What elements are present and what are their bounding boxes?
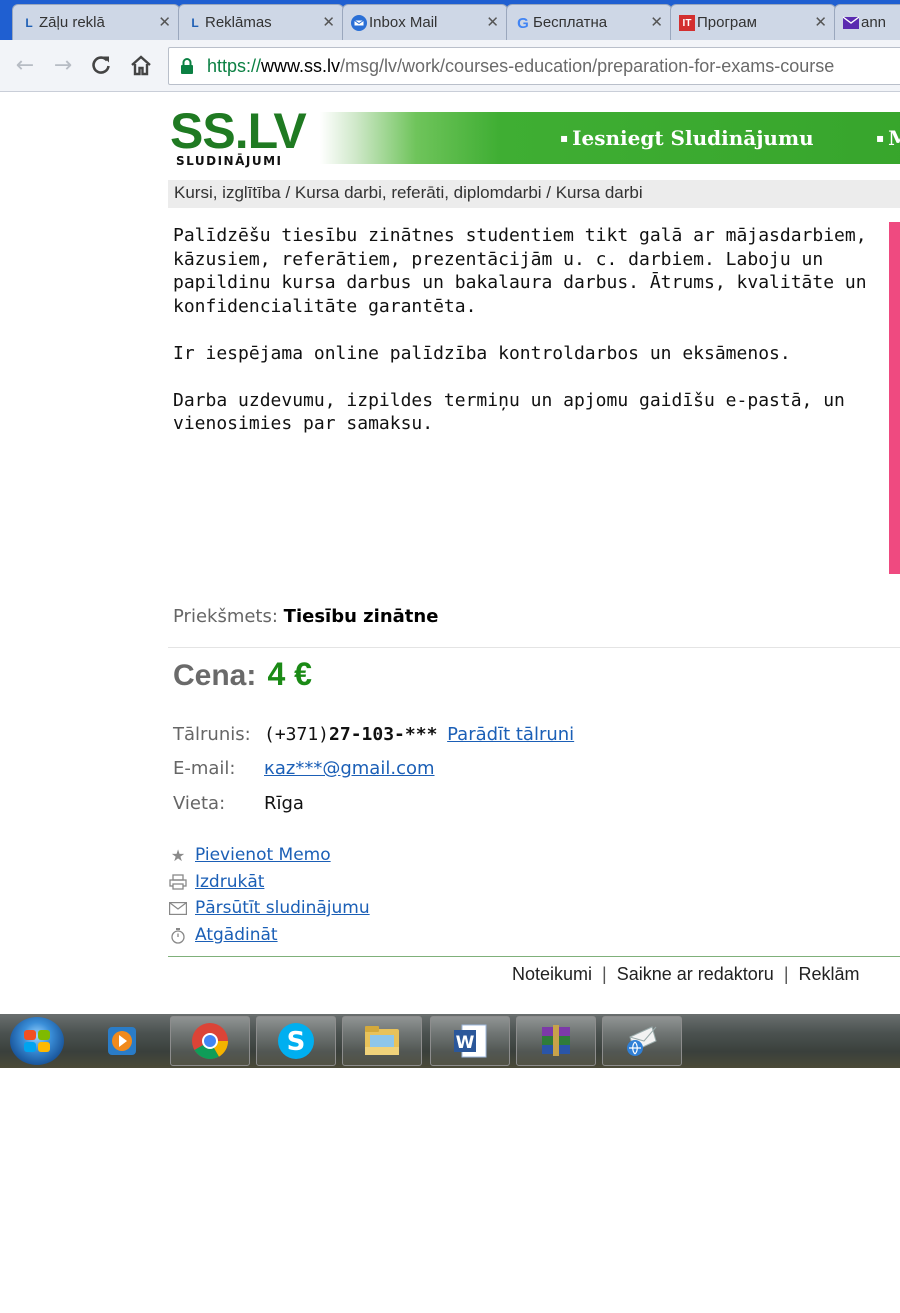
svg-text:S: S (287, 1027, 306, 1057)
price-row: Cena: 4 € (173, 656, 312, 693)
divider (168, 647, 900, 648)
price-value: 4 € (267, 656, 312, 692)
email-row: E-mail: кaz***@gmail.com (173, 758, 435, 779)
nav-submit-ad[interactable]: ▪ Iesniegt Sludinājumu (560, 126, 814, 150)
browser-tab[interactable]: L Reklāmas ✕ (178, 4, 344, 40)
top-nav-bar: ▪ Iesniegt Sludinājumu ▪ M (320, 112, 900, 164)
remind-link[interactable]: Atgādināt (195, 925, 278, 945)
file-explorer-icon[interactable] (342, 1016, 422, 1066)
add-memo-link[interactable]: Pievienot Memo (195, 845, 331, 865)
footer-rules-link[interactable]: Noteikumi (512, 964, 592, 984)
home-icon[interactable] (128, 52, 154, 78)
reload-icon[interactable] (88, 52, 114, 78)
mail-client-icon[interactable] (602, 1016, 682, 1066)
stopwatch-icon (168, 925, 188, 945)
tab-title: Zāļu reklā (39, 14, 105, 31)
back-icon[interactable]: ← (12, 52, 38, 78)
forward-ad-link[interactable]: Pārsūtīt sludinājumu (195, 898, 370, 918)
location-row: Vieta: Rīga (173, 793, 304, 814)
location-label: Vieta: (173, 793, 226, 814)
subject-value: Tiesību zinātne (283, 606, 439, 627)
location-value: Rīga (264, 793, 304, 814)
google-icon: G (517, 14, 529, 32)
forward-icon[interactable]: → (50, 52, 76, 78)
address-bar[interactable]: https://www.ss.lv/msg/lv/work/courses-ed… (168, 47, 900, 85)
tab-title: ann (861, 14, 887, 31)
media-player-icon[interactable] (92, 1016, 152, 1066)
browser-tab[interactable]: G Бесплатна ✕ (506, 4, 672, 40)
email-label: E-mail: (173, 758, 236, 779)
print-link[interactable]: Izdrukāt (195, 872, 264, 892)
browser-tab-strip: L Zāļu reklā ✕ L Reklāmas ✕ Inbox Mail ✕… (0, 0, 900, 40)
nav-item[interactable]: ▪ M (876, 126, 900, 150)
phone-row: Tālrunis: (+371)27-103-*** Parādīt tālrun… (173, 724, 574, 745)
phone-label: Tālrunis: (173, 724, 251, 745)
ad-paragraph: Palīdzēšu tiesību zinātnes studentiem ti… (173, 225, 867, 317)
envelope-icon (168, 898, 188, 918)
footer-ads-link[interactable]: Reklām (799, 964, 860, 984)
chrome-icon[interactable] (170, 1016, 250, 1066)
close-icon[interactable]: ✕ (814, 13, 827, 31)
url-text: https://www.ss.lv/msg/lv/work/courses-ed… (207, 55, 835, 76)
star-icon: ★ (170, 845, 186, 865)
lock-icon (181, 58, 193, 74)
forward-ad-action[interactable]: Pārsūtīt sludinājumu (168, 897, 370, 919)
footer-divider (168, 956, 900, 957)
site-logo[interactable]: SS.LV SLUDINĀJUMI (170, 103, 320, 168)
subject-label: Priekšmets: (173, 606, 278, 627)
tab-title: Inbox Mail (369, 14, 438, 31)
ss-l-icon: L (25, 16, 33, 30)
close-icon[interactable]: ✕ (486, 13, 499, 31)
logo-text: SS.LV (170, 103, 307, 159)
show-phone-link[interactable]: Parādīt tālruni (447, 724, 574, 745)
phone-number: 27-103-*** (329, 724, 438, 745)
taskbar: S W (0, 1014, 900, 1068)
ad-paragraph: Darba uzdevumu, izpildes termiņu un apjo… (173, 389, 845, 435)
tab-title: Бесплатна (533, 14, 608, 31)
close-icon[interactable]: ✕ (322, 13, 335, 31)
printer-icon (168, 872, 188, 892)
side-banner[interactable] (889, 222, 900, 574)
footer-contact-link[interactable]: Saikne ar redaktoru (617, 964, 774, 984)
winrar-icon[interactable] (516, 1016, 596, 1066)
web-page: SS.LV SLUDINĀJUMI ▪ Iesniegt Sludinājumu … (0, 92, 900, 1014)
print-action[interactable]: Izdrukāt (168, 871, 264, 893)
close-icon[interactable]: ✕ (158, 13, 171, 31)
browser-tab[interactable]: Inbox Mail ✕ (342, 4, 508, 40)
add-memo-action[interactable]: ★ Pievienot Memo (168, 844, 331, 866)
footer-links: Noteikumi | Saikne ar redaktoru | Reklām (512, 964, 860, 984)
browser-tab[interactable]: ann (834, 4, 900, 40)
browser-tab[interactable]: L Zāļu reklā ✕ (12, 4, 180, 40)
close-icon[interactable]: ✕ (650, 13, 663, 31)
ad-paragraph: Ir iespējama online palīdzība kontroldar… (173, 342, 791, 364)
ad-description: Palīdzēšu tiesību zinātnes studentiem ti… (173, 224, 873, 459)
skype-icon[interactable]: S (256, 1016, 336, 1066)
subject-row: Priekšmets: Tiesību zinātne (173, 606, 438, 627)
breadcrumb[interactable]: Kursi, izglītība / Kursa darbi, referāti… (168, 180, 900, 208)
phone-prefix: (+371) (264, 724, 330, 745)
browser-tab[interactable]: IT Програм ✕ (670, 4, 836, 40)
ss-l-icon: L (191, 16, 199, 30)
word-icon[interactable]: W (430, 1016, 510, 1066)
tab-title: Reklāmas (205, 14, 272, 31)
svg-text:W: W (456, 1033, 475, 1053)
windows-start-icon[interactable] (10, 1017, 64, 1065)
yahoo-mail-icon (843, 15, 859, 31)
blank-area (0, 1068, 900, 1313)
tab-title: Програм (697, 14, 757, 31)
it-icon: IT (679, 15, 695, 31)
browser-toolbar: ← → https://www.ss.lv/msg/lv/work/course… (0, 40, 900, 92)
remind-action[interactable]: Atgādināt (168, 924, 278, 946)
price-label: Cena: (173, 659, 257, 692)
mail-icon (351, 15, 367, 31)
email-link[interactable]: кaz***@gmail.com (264, 758, 435, 779)
